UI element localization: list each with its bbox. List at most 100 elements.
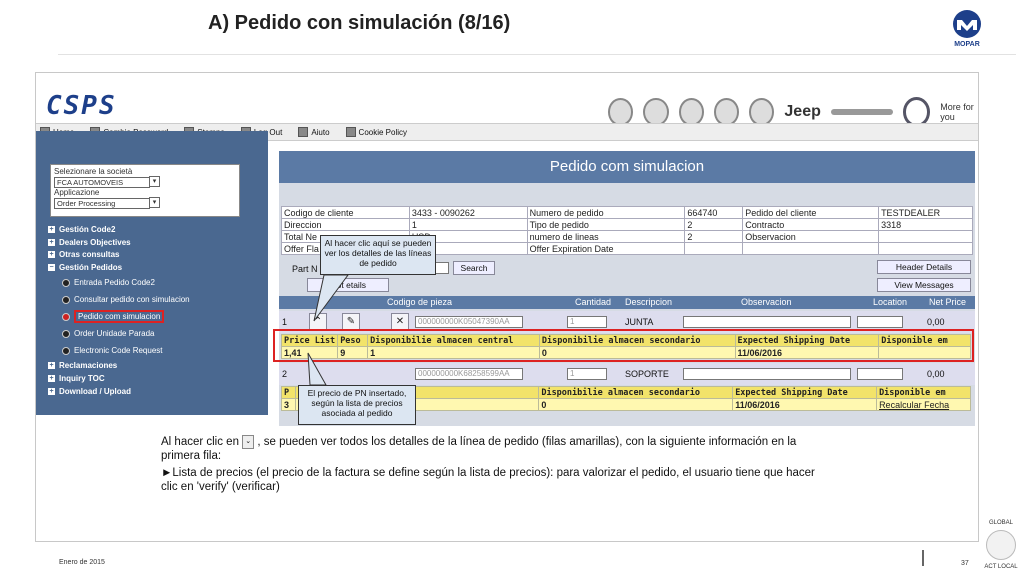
toolbar-aiuto[interactable]: Aiuto (298, 127, 330, 137)
search-button[interactable]: Search (453, 261, 495, 275)
info-value: 1 (408, 218, 528, 231)
info-label: Offer Expiration Date (526, 242, 686, 255)
sidebar-item-label-selected: Pedido com simulacion (74, 310, 165, 324)
lancia-logo (678, 98, 704, 126)
caption-text: , se pueden ver todos los detalles de la… (257, 436, 797, 449)
info-label: Numero de pedido (526, 206, 686, 219)
info-row: Codigo de cliente 3433 - 0090262 Numero de… (281, 206, 973, 219)
sidebar-item-label: Reclamaciones (59, 361, 118, 371)
expand-icon: + (48, 362, 55, 370)
application-label: Applicazione (54, 188, 100, 197)
caption-line-4: clic en 'verify' (verificar) (161, 481, 280, 493)
sidebar-item-inquiry-toc[interactable]: + Inquiry TOC (48, 372, 190, 385)
observation-input[interactable] (683, 316, 851, 328)
sidebar-item-dealers-objectives[interactable]: + Dealers Objectives (48, 236, 190, 249)
observation-input[interactable] (683, 368, 851, 380)
expand-icon: + (48, 238, 55, 246)
jeep-logo: Jeep (784, 103, 821, 120)
secondary-stock-value: 0 (538, 398, 734, 411)
sidebar-subitem-electronic-code-request[interactable]: Electronic Code Request (62, 342, 190, 359)
footer-divider (922, 550, 924, 566)
sidebar-item-label: Otras consultas (59, 250, 120, 260)
view-messages-button[interactable]: View Messages (877, 278, 971, 292)
sidebar-item-label: Inquiry TOC (59, 373, 105, 383)
sidebar-item-label: Gestión Pedidos (59, 263, 123, 273)
company-select[interactable]: FCA AUTOMOVEIS (54, 177, 150, 188)
caption-line-3: ►Lista de precios (el precio de la factu… (161, 467, 815, 479)
callout-line-details: Al hacer clic aquí se pueden ver los det… (320, 235, 436, 275)
callout-pointer (313, 274, 349, 322)
sidebar-item-label: Entrada Pedido Code2 (74, 278, 155, 288)
lines-column-headers: Codigo de pieza Cantidad Descripcion Obs… (279, 296, 975, 309)
bullet-icon (62, 278, 70, 287)
info-label: Direccion (281, 218, 410, 231)
col-header: Net Price (929, 297, 967, 307)
collapse-icon: − (48, 264, 55, 272)
info-label: Contracto (742, 218, 880, 231)
info-value (878, 242, 973, 255)
sidebar: Selezionare la società FCA AUTOMOVEIS ▾ A… (36, 131, 268, 415)
info-label (742, 242, 880, 255)
sidebar-subitem-order-unidade-parada[interactable]: Order Unidade Parada (62, 325, 190, 342)
sidebar-item-otras-consultas[interactable]: + Otras consultas (48, 249, 190, 262)
logo-text: GLOBAL (988, 520, 1013, 526)
chevron-down-icon[interactable]: ▾ (149, 176, 160, 187)
form-header: Pedido com simulacion (279, 151, 975, 183)
header-details-button[interactable]: Header Details (877, 260, 971, 274)
sidebar-item-label: Consultar pedido con simulacion (74, 295, 190, 305)
cookie-icon (345, 127, 356, 137)
line-description: SOPORTE (625, 369, 669, 379)
info-value: TESTDEALER (878, 206, 973, 219)
toolbar-label: Cookie Policy (358, 127, 408, 137)
fiat-logo (608, 98, 634, 126)
info-label: numero de lineas (526, 230, 686, 243)
part-code-input[interactable]: 000000000K05047390AA (415, 316, 523, 328)
app-header: CSPS Jeep More for you Home Cambia Passw… (36, 83, 978, 141)
toolbar-cookie-policy[interactable]: Cookie Policy (345, 127, 408, 137)
application-select[interactable]: Order Processing (54, 198, 150, 209)
recalcular-fecha-link[interactable]: Recalcular Fecha (876, 398, 971, 411)
sidebar-subitem-entrada-pedido[interactable]: Entrada Pedido Code2 (62, 274, 190, 291)
sidebar-item-gestion-pedidos[interactable]: − Gestión Pedidos (48, 261, 190, 274)
col-header: Observacion (741, 297, 792, 307)
shipping-date-value: 11/06/2016 (732, 398, 878, 411)
csps-logo: CSPS (46, 91, 117, 121)
more-for-you: More for you (940, 102, 974, 122)
sidebar-item-gestion-code2[interactable]: + Gestión Code2 (48, 223, 190, 236)
net-price: 0,00 (927, 369, 945, 379)
caption-text: Al hacer clic en (161, 436, 239, 449)
divider (58, 54, 1016, 55)
info-value: 2 (684, 230, 744, 243)
info-value (878, 230, 973, 243)
expand-icon: + (48, 387, 55, 395)
quantity-input[interactable]: 1 (567, 368, 607, 380)
info-label: Observacion (742, 230, 880, 243)
info-value (684, 242, 744, 255)
sidebar-subitem-consultar-pedido[interactable]: Consultar pedido con simulacion (62, 291, 190, 308)
info-label: Codigo de cliente (281, 206, 410, 219)
info-value: 3433 - 0090262 (408, 206, 528, 219)
expand-icon: + (48, 374, 55, 382)
info-value: 2 (684, 218, 744, 231)
bullet-icon (62, 312, 70, 321)
quantity-input[interactable]: 1 (567, 316, 607, 328)
detail-header: Expected Shipping Date (732, 386, 878, 399)
sidebar-subitem-pedido-com-simulacion[interactable]: Pedido com simulacion (62, 308, 190, 325)
sidebar-item-download-upload[interactable]: + Download / Upload (48, 385, 190, 398)
sidebar-item-label: Download / Upload (59, 386, 131, 396)
page-number: 37 (961, 560, 969, 567)
caption-line-2: primera fila: (161, 450, 222, 462)
col-header: Codigo de pieza (387, 297, 453, 307)
slide-title: A) Pedido con simulación (8/16) (208, 12, 511, 34)
highlight-frame (273, 329, 974, 362)
callout-pointer (307, 352, 327, 386)
slide: A) Pedido con simulación (8/16) MOPAR CS… (0, 0, 1024, 576)
location-input[interactable] (857, 316, 903, 328)
location-input[interactable] (857, 368, 903, 380)
col-header: Descripcion (625, 297, 673, 307)
chevron-down-icon[interactable]: ▾ (149, 197, 160, 208)
expand-icon: + (48, 225, 55, 233)
part-code-input[interactable]: 000000000K68258599AA (415, 368, 523, 380)
sidebar-item-reclamaciones[interactable]: + Reclamaciones (48, 359, 190, 372)
globe-icon (986, 530, 1016, 560)
